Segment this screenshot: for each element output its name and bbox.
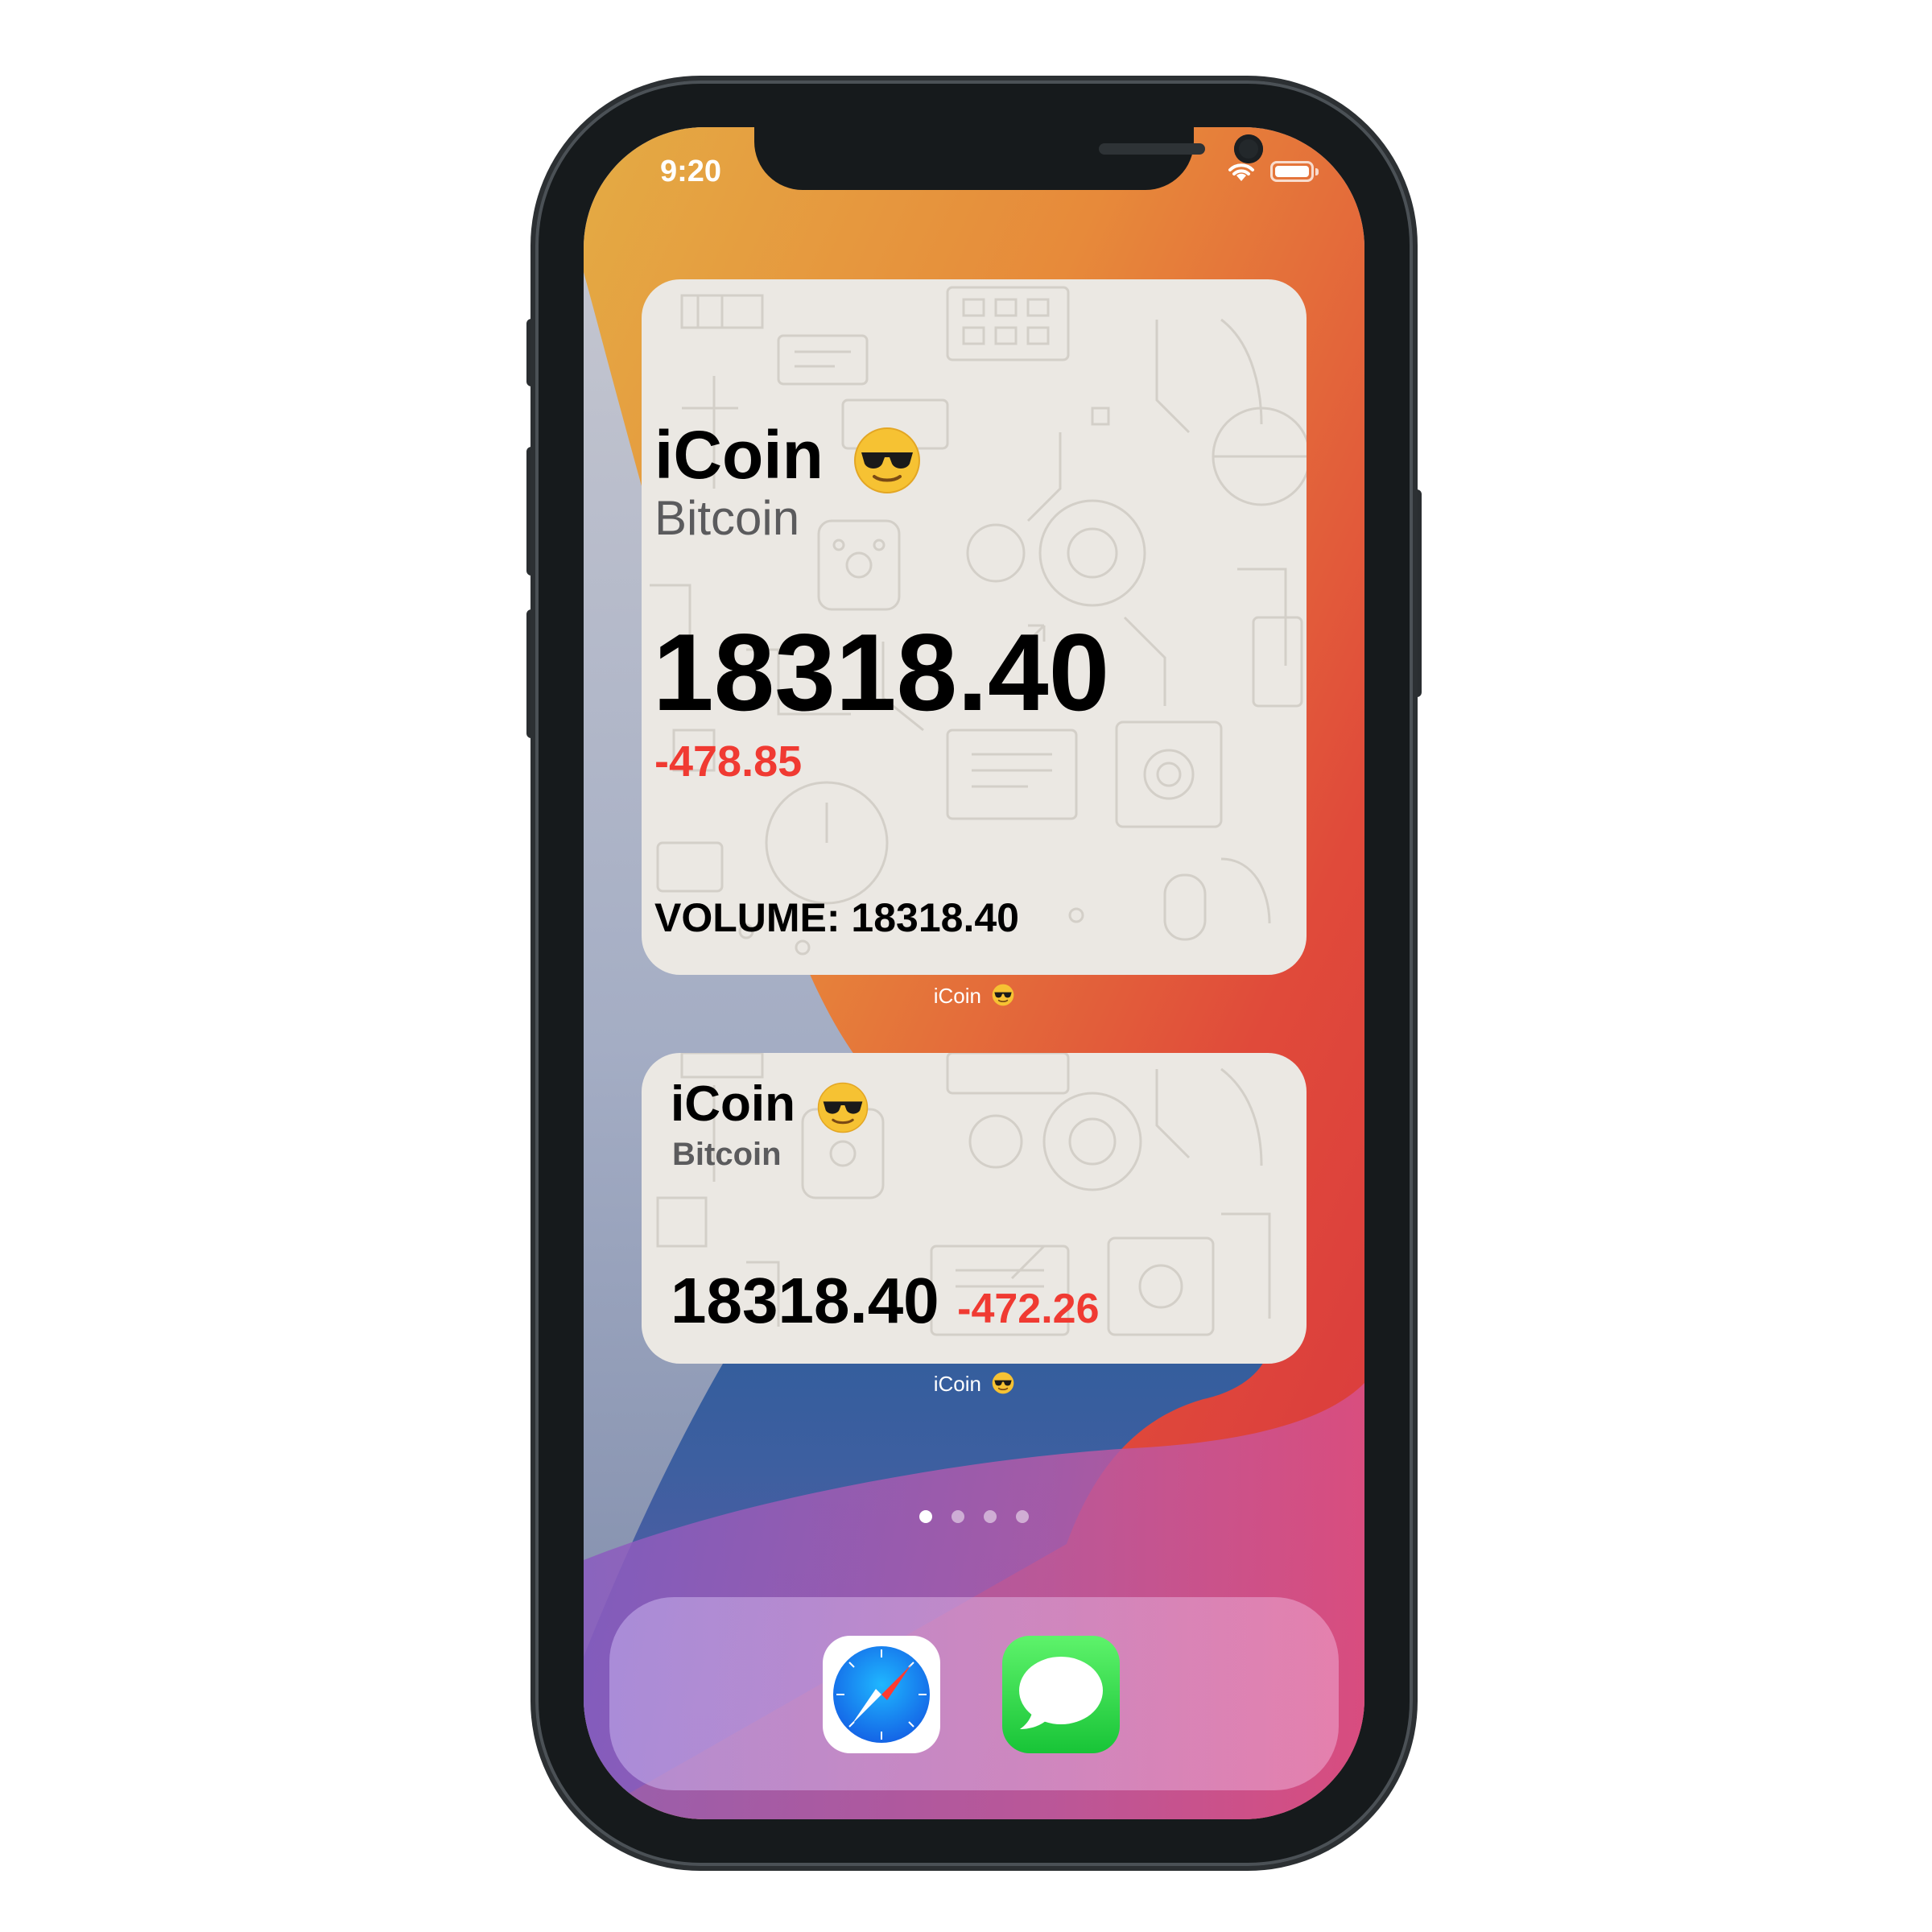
notch — [754, 127, 1263, 190]
page-dot[interactable] — [984, 1510, 997, 1523]
widget-price-row: 18318.40 -472.26 — [671, 1264, 1100, 1338]
widget-title: iCoin — [671, 1075, 869, 1133]
page-dot[interactable] — [1016, 1510, 1029, 1523]
safari-compass-icon — [833, 1646, 930, 1743]
widget-title: iCoin — [654, 416, 921, 494]
page-dot[interactable] — [952, 1510, 964, 1523]
speech-bubble-icon — [1019, 1657, 1103, 1729]
safari-app-icon[interactable] — [823, 1636, 940, 1753]
widget-caption-medium: iCoin — [584, 1372, 1364, 1397]
widget-change: -472.26 — [957, 1286, 1100, 1332]
sunglasses-emoji-icon — [992, 1372, 1014, 1394]
status-time: 9:20 — [660, 155, 722, 188]
widget-subtitle: Bitcoin — [654, 491, 800, 545]
widget-caption-large: iCoin — [584, 984, 1364, 1009]
device-mockup: 9:20 iCoin Bitcoin 18318.40 -478.85 VOLU… — [0, 0, 1932, 1932]
widget-caption-text: iCoin — [933, 984, 981, 1008]
widget-volume: VOLUME: 18318.40 — [654, 895, 1019, 940]
dock — [609, 1597, 1339, 1790]
widget-subtitle: Bitcoin — [672, 1137, 782, 1172]
widget-price: 18318.40 — [653, 611, 1110, 733]
widget-price: 18318.40 — [671, 1265, 939, 1336]
phone-frame: 9:20 iCoin Bitcoin 18318.40 -478.85 VOLU… — [535, 80, 1413, 1866]
icoin-widget-large[interactable]: iCoin Bitcoin 18318.40 -478.85 VOLUME: 1… — [642, 279, 1307, 975]
battery-icon — [1270, 161, 1319, 182]
earpiece-speaker — [1099, 143, 1205, 155]
sunglasses-emoji-icon — [854, 427, 921, 493]
messages-app-icon[interactable] — [1002, 1636, 1120, 1753]
widget-caption-text: iCoin — [933, 1372, 981, 1396]
widget-title-text: iCoin — [654, 417, 824, 493]
wifi-icon — [1228, 163, 1254, 181]
page-indicator[interactable] — [584, 1510, 1364, 1526]
widget-change: -478.85 — [654, 737, 803, 786]
sunglasses-emoji-icon — [992, 984, 1014, 1006]
widget-title-text: iCoin — [671, 1076, 795, 1132]
page-dot[interactable] — [919, 1510, 932, 1523]
sunglasses-emoji-icon — [817, 1082, 869, 1133]
home-screen: 9:20 iCoin Bitcoin 18318.40 -478.85 VOLU… — [584, 127, 1364, 1819]
icoin-widget-medium[interactable]: iCoin Bitcoin 18318.40 -472.26 — [642, 1053, 1307, 1364]
